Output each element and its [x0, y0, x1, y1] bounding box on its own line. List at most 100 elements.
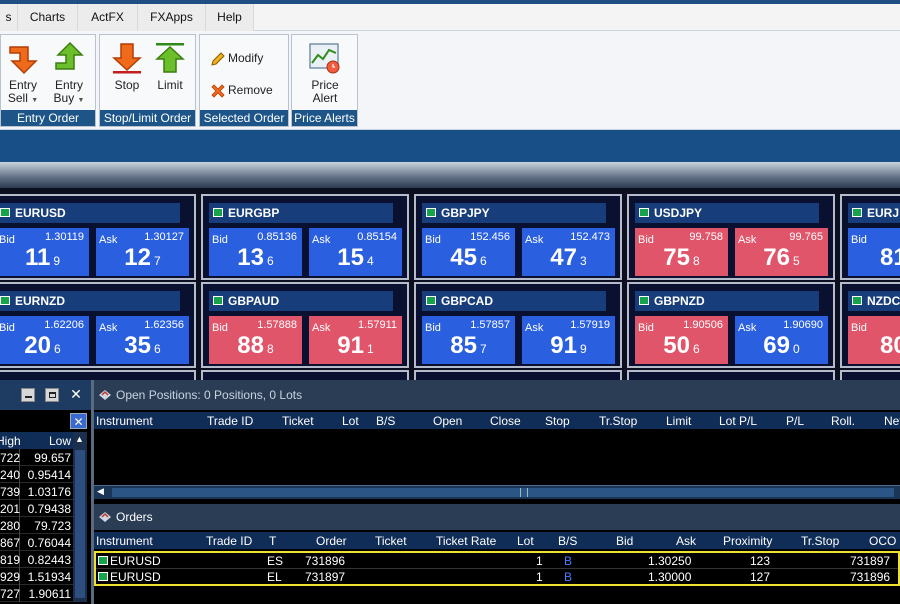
menu-item-help[interactable]: Help [206, 4, 254, 31]
entry-sell-button[interactable]: Entry Sell ▼ [1, 39, 45, 109]
panel-logo-icon [99, 390, 111, 400]
bid-price-box[interactable]: Bid 152.456 45 6 [422, 228, 515, 276]
minimize-button[interactable] [21, 388, 35, 402]
ask-price-box[interactable]: Ask 1.30127 12 7 [96, 228, 189, 276]
orders-title: Orders [116, 510, 153, 524]
ask-price-box[interactable]: Ask 0.85154 15 4 [309, 228, 402, 276]
pencil-icon [211, 52, 225, 66]
scroll-thumb[interactable] [75, 450, 85, 598]
menu-item-truncated[interactable]: s [0, 4, 18, 31]
selection-highlight [94, 551, 900, 586]
open-positions-title: Open Positions: 0 Positions, 0 Lots [116, 388, 303, 402]
tile-symbol: NZDC [867, 294, 900, 308]
bid-price-box[interactable]: Bid 1.57857 85 7 [422, 316, 515, 364]
tile-symbol: EURGBP [228, 206, 280, 220]
tile-symbol: USDJPY [654, 206, 703, 220]
close-pane-button[interactable]: ✕ [70, 413, 87, 429]
ask-price-box[interactable]: Ask 152.473 47 3 [522, 228, 615, 276]
rate-tile-eurgbp[interactable]: EURGBP Bid 0.85136 13 6 Ask 0.85154 15 4 [201, 194, 409, 280]
scroll-thumb[interactable] [112, 488, 894, 497]
rate-tile-gbpjpy[interactable]: GBPJPY Bid 152.456 45 6 Ask 152.473 47 3 [414, 194, 622, 280]
maximize-button[interactable] [45, 388, 59, 402]
left-summary-pane: ✕ ✕ High Low ▲ 722 99.657 240 0.95414 739 1… [0, 380, 91, 604]
instrument-flag-icon [852, 208, 862, 217]
entry-buy-button[interactable]: Entry Buy ▼ [47, 39, 91, 109]
table-row[interactable]: 819 0.82443 [0, 551, 73, 568]
table-row[interactable]: 201 0.79438 [0, 500, 73, 517]
stop-limit-group-title: Stop/Limit Order [100, 110, 195, 126]
selected-order-group-title: Selected Order [200, 110, 288, 126]
menu-bar: s Charts ActFX FXApps Help [0, 4, 900, 31]
price-alerts-group: Price Alert Price Alerts [291, 34, 358, 127]
rate-tile-eurnzd[interactable]: EURNZD Bid 1.62206 20 6 Ask 1.62356 35 6 [0, 282, 196, 368]
open-positions-panel: Open Positions: 0 Positions, 0 Lots Inst… [94, 380, 900, 502]
vertical-scrollbar[interactable]: ▲ [73, 432, 87, 602]
stop-arrow-icon [112, 43, 142, 74]
rate-tile-partial [414, 370, 622, 380]
table-row[interactable]: 240 0.95414 [0, 466, 73, 483]
scroll-grip-icon [520, 488, 528, 497]
remove-button[interactable]: Remove [210, 79, 273, 101]
bid-price-box[interactable]: Bid80 [848, 316, 900, 364]
table-row[interactable]: 739 1.03176 [0, 483, 73, 500]
instrument-flag-icon [639, 296, 649, 305]
open-positions-titlebar: Open Positions: 0 Positions, 0 Lots [94, 380, 900, 410]
ask-price-box[interactable]: Ask 1.57911 91 1 [309, 316, 402, 364]
tile-symbol: GBPJPY [441, 206, 490, 220]
ask-price-box[interactable]: Ask 1.90690 69 0 [735, 316, 828, 364]
rate-tile-gbpcad[interactable]: GBPCAD Bid 1.57857 85 7 Ask 1.57919 91 9 [414, 282, 622, 368]
bid-price-box[interactable]: Bid 99.758 75 8 [635, 228, 728, 276]
rate-tile-eurusd[interactable]: EURUSD Bid 1.30119 11 9 Ask 1.30127 12 7 [0, 194, 196, 280]
orders-panel: Orders Instrument Trade ID T Order Ticke… [94, 504, 900, 604]
instrument-flag-icon [213, 296, 223, 305]
bid-price-box[interactable]: Bid 1.30119 11 9 [0, 228, 89, 276]
ask-price-box[interactable]: Ask 99.765 76 5 [735, 228, 828, 276]
instrument-flag-icon [426, 296, 436, 305]
rate-tile-usdjpy[interactable]: USDJPY Bid 99.758 75 8 Ask 99.765 76 5 [627, 194, 835, 280]
panel-divider [0, 162, 900, 188]
scroll-up-icon[interactable]: ▲ [75, 434, 84, 444]
bid-price-box[interactable]: Bid 1.90506 50 6 [635, 316, 728, 364]
bid-price-box[interactable]: Bid 0.85136 13 6 [209, 228, 302, 276]
table-row[interactable]: 867 0.76044 [0, 534, 73, 551]
ask-price-box[interactable]: Ask 1.62356 35 6 [96, 316, 189, 364]
instrument-flag-icon [426, 208, 436, 217]
rate-tile-eurj[interactable]: EURJ Bid81 [840, 194, 900, 280]
rate-tile-gbpaud[interactable]: GBPAUD Bid 1.57888 88 8 Ask 1.57911 91 1 [201, 282, 409, 368]
tile-symbol: EURUSD [15, 206, 66, 220]
bid-price-box[interactable]: Bid81 [848, 228, 900, 276]
price-alert-button[interactable]: Price Alert [303, 39, 347, 109]
orders-header: Instrument Trade ID T Order Ticket Ticke… [94, 532, 900, 549]
table-row[interactable]: 722 99.657 [0, 449, 73, 466]
bid-price-box[interactable]: Bid 1.57888 88 8 [209, 316, 302, 364]
limit-arrow-icon [155, 43, 185, 73]
rate-tile-gbpnzd[interactable]: GBPNZD Bid 1.90506 50 6 Ask 1.90690 69 0 [627, 282, 835, 368]
bid-price-box[interactable]: Bid 1.62206 20 6 [0, 316, 89, 364]
instrument-flag-icon [213, 208, 223, 217]
entry-order-group: Entry Sell ▼ Entry Buy ▼ Entry Order [0, 34, 96, 127]
instrument-flag-icon [852, 296, 862, 305]
tile-symbol: GBPAUD [228, 294, 280, 308]
summary-header-row: High Low [0, 432, 73, 449]
tile-symbol: EURNZD [15, 294, 65, 308]
table-row[interactable]: 929 1.51934 [0, 568, 73, 585]
table-row[interactable]: 280 79.723 [0, 517, 73, 534]
table-row[interactable]: 727 1.90611 [0, 585, 73, 602]
panel-logo-icon [99, 512, 111, 522]
remove-x-icon [211, 84, 225, 98]
instrument-flag-icon [0, 296, 10, 305]
scroll-left-icon[interactable]: ◀ [97, 486, 104, 497]
selected-order-group: Modify Remove Selected Order [199, 34, 289, 127]
modify-button[interactable]: Modify [210, 47, 263, 69]
limit-button[interactable]: Limit [148, 39, 192, 109]
rate-tile-nzdc[interactable]: NZDC Bid80 [840, 282, 900, 368]
menu-item-charts[interactable]: Charts [18, 4, 78, 31]
stop-button[interactable]: Stop [105, 39, 149, 109]
close-icon[interactable]: ✕ [68, 386, 84, 402]
dealing-rates-panel: EURUSD Bid 1.30119 11 9 Ask 1.30127 12 7 EURGB… [0, 188, 900, 380]
horizontal-scrollbar[interactable]: ◀ [94, 485, 900, 499]
ask-price-box[interactable]: Ask 1.57919 91 9 [522, 316, 615, 364]
menu-item-fxapps[interactable]: FXApps [138, 4, 206, 31]
menu-item-actfx[interactable]: ActFX [78, 4, 138, 31]
instrument-flag-icon [0, 208, 10, 217]
